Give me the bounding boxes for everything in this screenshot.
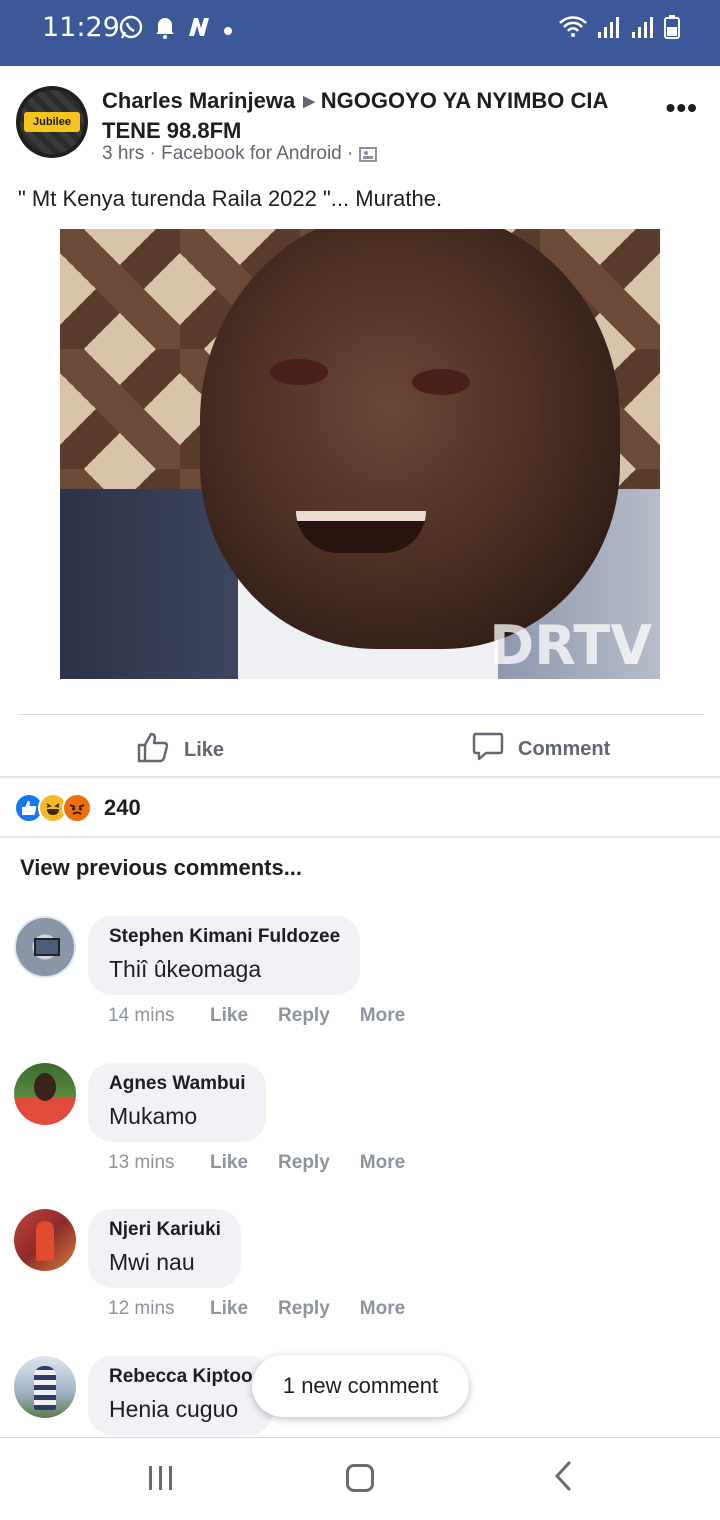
back-chevron-icon xyxy=(552,1460,574,1497)
post-meta: 3 hrs · Facebook for Android · xyxy=(102,143,378,165)
action-bar: Like Comment xyxy=(0,716,720,776)
status-left-icons xyxy=(118,14,234,46)
reactions-summary[interactable]: 240 xyxy=(14,792,141,824)
new-comment-pill[interactable]: 1 new comment xyxy=(252,1355,469,1417)
dot-icon xyxy=(222,17,234,43)
n-app-icon xyxy=(186,16,212,44)
home-button[interactable] xyxy=(340,1458,380,1498)
wifi-icon xyxy=(558,14,588,45)
status-bar: 11:29 xyxy=(0,0,720,66)
view-previous-comments-link[interactable]: View previous comments... xyxy=(20,855,302,881)
comment-like-button[interactable]: Like xyxy=(210,1005,248,1027)
notification-bell-icon xyxy=(154,15,176,45)
home-icon xyxy=(346,1464,374,1492)
signal-icon xyxy=(630,14,656,45)
comment-reply-button[interactable]: Reply xyxy=(278,1298,330,1320)
comment-text: Mukamo xyxy=(109,1103,198,1129)
commenter-name[interactable]: Stephen Kimani Fuldozee xyxy=(109,926,340,948)
commenter-avatar[interactable] xyxy=(14,1356,76,1418)
photo-eye-left xyxy=(270,359,328,385)
photo-watermark: DRTV xyxy=(489,614,652,677)
section-separator xyxy=(0,776,720,778)
photo-eye-right xyxy=(412,369,470,395)
comment-bubble[interactable]: Rebecca Kiptoo Henia cuguo xyxy=(88,1356,273,1435)
comment-button[interactable]: Comment xyxy=(472,730,610,768)
comment-time: 12 mins xyxy=(108,1298,175,1319)
comment-actions: 13 mins Like Reply More xyxy=(108,1152,435,1174)
recent-apps-icon xyxy=(148,1466,172,1490)
post-header: Jubilee Charles Marinjewa ▶ NGOGOYO YA NYI… xyxy=(0,80,720,175)
comment-bubble[interactable]: Njeri Kariuki Mwi nau xyxy=(88,1209,241,1288)
commenter-avatar[interactable] xyxy=(14,1063,76,1125)
commenter-avatar[interactable] xyxy=(14,1209,76,1271)
signal-icon xyxy=(596,14,622,45)
status-right-icons xyxy=(558,14,680,45)
post-photo[interactable]: DRTV xyxy=(60,229,660,679)
avatar-graphic xyxy=(34,938,60,956)
comment-bubble[interactable]: Stephen Kimani Fuldozee Thiî ûkeomaga xyxy=(88,916,361,995)
commenter-name[interactable]: Njeri Kariuki xyxy=(109,1219,221,1241)
avatar-graphic xyxy=(34,1366,56,1410)
comment-more-button[interactable]: More xyxy=(360,1005,405,1027)
whatsapp-icon xyxy=(118,14,144,46)
post-title: Charles Marinjewa ▶ NGOGOYO YA NYIMBO CIA … xyxy=(102,86,642,145)
avatar-logo: Jubilee xyxy=(24,112,80,132)
post-text: " Mt Kenya turenda Raila 2022 "... Murat… xyxy=(18,186,443,211)
comment-text: Henia cuguo xyxy=(109,1396,239,1422)
comment-text: Thiî ûkeomaga xyxy=(109,956,262,982)
commenter-name[interactable]: Agnes Wambui xyxy=(109,1073,246,1095)
avatar-graphic xyxy=(34,1073,56,1101)
author-avatar[interactable]: Jubilee xyxy=(16,86,88,158)
comment-time: 14 mins xyxy=(108,1005,175,1026)
comment-bubble[interactable]: Agnes Wambui Mukamo xyxy=(88,1063,266,1142)
comment-label: Comment xyxy=(518,737,611,760)
comment-actions: 14 mins Like Reply More xyxy=(108,1005,435,1027)
photo-face xyxy=(200,229,620,649)
audience-members-icon xyxy=(359,146,378,162)
comment-bubble-icon xyxy=(472,730,504,768)
system-nav-bar xyxy=(0,1437,720,1520)
comment-reply-button[interactable]: Reply xyxy=(278,1005,330,1027)
comment-like-button[interactable]: Like xyxy=(210,1152,248,1174)
like-button[interactable]: Like xyxy=(136,730,224,770)
back-button[interactable] xyxy=(543,1458,583,1498)
commenter-avatar[interactable] xyxy=(14,916,76,978)
commenter-name[interactable]: Rebecca Kiptoo xyxy=(109,1366,253,1388)
like-label: Like xyxy=(184,738,225,761)
caret-right-icon: ▶ xyxy=(303,93,315,110)
status-time: 11:29 xyxy=(42,12,120,43)
thumbs-up-icon xyxy=(136,730,170,770)
reaction-count: 240 xyxy=(104,795,141,820)
more-options-icon[interactable]: ••• xyxy=(666,92,698,124)
divider xyxy=(18,714,704,715)
comment-actions: 12 mins Like Reply More xyxy=(108,1298,435,1320)
recent-apps-button[interactable] xyxy=(140,1458,180,1498)
comment-reply-button[interactable]: Reply xyxy=(278,1152,330,1174)
comment-text: Mwi nau xyxy=(109,1249,195,1275)
section-separator xyxy=(0,836,720,838)
battery-icon xyxy=(664,14,680,45)
comment-time: 13 mins xyxy=(108,1152,175,1173)
comment-like-button[interactable]: Like xyxy=(210,1298,248,1320)
comment-more-button[interactable]: More xyxy=(360,1152,405,1174)
post-meta-text: 3 hrs · Facebook for Android · xyxy=(102,143,354,164)
comment-more-button[interactable]: More xyxy=(360,1298,405,1320)
angry-reaction-icon xyxy=(62,793,92,823)
avatar-graphic xyxy=(36,1221,54,1261)
author-name[interactable]: Charles Marinjewa xyxy=(102,88,295,113)
